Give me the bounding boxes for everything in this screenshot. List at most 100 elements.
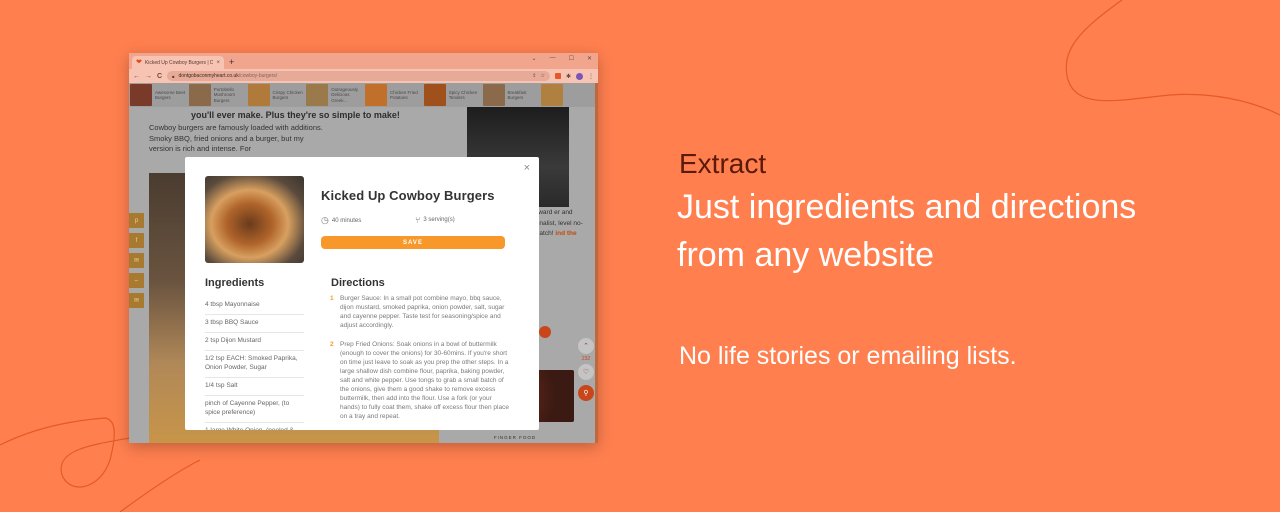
page-scrollbar[interactable] <box>595 83 598 443</box>
address-toolbar: ← → C ■ dontgobaconmyheart.co.uk/cowboy-… <box>129 69 598 83</box>
search-icon: ⚲ <box>583 390 589 397</box>
tab-search-icon[interactable]: ⌄ <box>532 55 537 62</box>
ingredients-heading: Ingredients <box>205 277 265 289</box>
chevron-up-icon: ⌃ <box>583 343 589 350</box>
bookmark-star-icon[interactable]: ☆ <box>540 73 544 79</box>
direction-step: 2 Prep Fried Onions: Soak onions in a bow… <box>330 340 512 421</box>
related-recipe-item[interactable]: Outrageously Delicious Greek... <box>306 84 363 106</box>
favicon-heart-icon: ❤ <box>136 59 142 66</box>
recipe-image <box>205 176 304 263</box>
related-recipe-label: Crispy Chicken Burgers <box>272 89 303 101</box>
step-text: Burger Sauce: In a small pot combine may… <box>340 295 505 329</box>
browser-tab[interactable]: ❤ Kicked Up Cowboy Burgers | Don't × <box>132 56 224 69</box>
ingredients-list: 4 tbsp Mayonnaise 3 tbsp BBQ Sauce 2 tsp D… <box>205 297 304 430</box>
favorite-button[interactable]: ♡ <box>578 364 594 380</box>
promo-subline: No life stories or emailing lists. <box>679 342 1017 370</box>
promo-kicker: Extract <box>679 148 767 179</box>
category-label[interactable]: FINGER FOOD <box>456 435 574 440</box>
url-path: /cowboy-burgers/ <box>238 73 278 79</box>
menu-kebab-icon[interactable]: ⋮ <box>588 73 594 80</box>
share-print-button[interactable]: ✉ <box>129 293 144 308</box>
author-bio: Award er and Finalist, level no- match! … <box>534 208 589 240</box>
article-paragraph: Cowboy burgers are famously loaded with … <box>149 123 323 153</box>
related-recipe-thumbnail <box>247 84 270 106</box>
scroll-up-button[interactable]: ⌃ <box>578 338 594 354</box>
related-recipe-label: Breakfast Burgers <box>507 89 527 101</box>
recipe-servings-value: 3 serving(s) <box>423 217 455 223</box>
recipe-modal: × Kicked Up Cowboy Burgers ◷ 40 minutes … <box>185 157 539 430</box>
reload-icon[interactable]: C <box>157 73 162 80</box>
related-recipe-thumbnail <box>541 84 564 106</box>
related-recipe-thumbnail <box>306 84 329 106</box>
related-recipe-label: Portobello Mushroom Burgers <box>213 86 236 103</box>
browser-window: ❤ Kicked Up Cowboy Burgers | Don't × + ⌄… <box>129 53 598 443</box>
related-recipe-thumbnail <box>188 84 211 106</box>
tab-close-icon[interactable]: × <box>216 60 220 66</box>
heart-icon: ♡ <box>582 369 590 376</box>
recipe-time: ◷ 40 minutes <box>321 215 361 226</box>
related-recipe-label: Awesome Beet Burgers <box>155 89 186 101</box>
related-recipe-thumbnail <box>365 84 387 106</box>
tab-bar: ❤ Kicked Up Cowboy Burgers | Don't × + ⌄… <box>129 53 598 69</box>
step-text: Prep Fried Onions: Soak onions in a bowl… <box>340 341 509 420</box>
related-recipe-item[interactable] <box>541 84 598 106</box>
related-recipe-item[interactable]: Spicy Chicken Tenders <box>423 84 481 106</box>
clock-icon: ◷ <box>321 215 329 225</box>
window-controls: ⌄ — ☐ ✕ <box>532 55 592 62</box>
recipe-extension-icon[interactable] <box>554 73 561 79</box>
recipe-servings: ⑂ 3 serving(s) <box>415 215 455 225</box>
promo-headline: Just ingredients and directions from any… <box>677 188 1137 274</box>
extensions-area: ✱ ⋮ <box>554 72 594 80</box>
address-bar[interactable]: ■ dontgobaconmyheart.co.uk/cowboy-burger… <box>167 71 550 81</box>
close-window-icon[interactable]: ✕ <box>587 55 592 62</box>
directions-list: 1 Burger Sauce: In a small pot combine ma… <box>330 294 512 430</box>
related-recipe-label: Spicy Chicken Tenders <box>448 89 478 101</box>
search-button[interactable]: ⚲ <box>578 385 594 401</box>
profile-avatar[interactable] <box>576 72 583 80</box>
related-recipe-item[interactable]: Awesome Beet Burgers <box>130 84 187 106</box>
tab-title: Kicked Up Cowboy Burgers | Don't <box>144 59 214 66</box>
lock-icon: ■ <box>172 73 175 79</box>
share-email-button[interactable]: ✉ <box>129 253 144 268</box>
related-recipe-thumbnail <box>482 84 505 106</box>
related-recipe-item[interactable]: Chicken Fried Potatoes <box>365 84 422 106</box>
ingredient-item: 1/4 tsp Salt <box>205 378 304 396</box>
direction-step: 1 Burger Sauce: In a small pot combine ma… <box>330 294 512 330</box>
share-facebook-button[interactable]: f <box>129 233 144 248</box>
step-number: 1 <box>330 295 334 302</box>
related-recipe-item[interactable]: Portobello Mushroom Burgers <box>188 84 246 106</box>
utensils-icon: ⑂ <box>415 215 421 225</box>
ingredient-item: 3 tbsp BBQ Sauce <box>205 315 304 333</box>
share-link-button[interactable]: ⇔ <box>129 273 144 288</box>
related-recipe-thumbnail <box>423 84 446 106</box>
related-recipe-label: Chicken Fried Potatoes <box>390 89 418 101</box>
url-host: dontgobaconmyheart.co.uk <box>178 73 239 79</box>
author-bio-link[interactable]: ind the <box>555 230 576 237</box>
related-recipe-label: Outrageously Delicious Greek... <box>331 86 359 103</box>
article-heading: you'll ever make. Plus they're so simple… <box>191 110 400 120</box>
forward-icon[interactable]: → <box>145 73 152 80</box>
web-page: Awesome Beet Burgers Portobello Mushroom … <box>129 83 598 443</box>
related-recipe-item[interactable]: Crispy Chicken Burgers <box>247 84 305 106</box>
related-recipe-item[interactable]: Breakfast Burgers <box>482 84 540 106</box>
recipe-time-value: 40 minutes <box>331 217 362 224</box>
ingredient-item: pinch of Cayenne Pepper, (to spice prefe… <box>205 396 304 423</box>
squiggle-top-right <box>1065 0 1280 116</box>
new-tab-button[interactable]: + <box>229 56 234 69</box>
ingredient-item: 2 tsp Dijon Mustard <box>205 333 304 351</box>
ingredient-item: 1 large White Onion, (peeled & finely sl… <box>205 423 304 430</box>
puzzle-extensions-icon[interactable]: ✱ <box>566 73 571 80</box>
share-icon[interactable]: ⇪ <box>532 73 536 79</box>
related-recipe-thumbnail <box>130 84 152 106</box>
share-pinterest-button[interactable]: p <box>129 213 144 228</box>
close-icon[interactable]: × <box>524 162 530 174</box>
recipe-title: Kicked Up Cowboy Burgers <box>321 188 495 203</box>
related-recipes-strip: Awesome Beet Burgers Portobello Mushroom … <box>129 83 598 107</box>
ingredient-item: 4 tbsp Mayonnaise <box>205 297 304 315</box>
maximize-icon[interactable]: ☐ <box>569 55 574 62</box>
newsletter-button[interactable] <box>539 326 551 338</box>
save-button[interactable]: SAVE <box>321 236 505 249</box>
minimize-icon[interactable]: — <box>550 55 556 62</box>
back-icon[interactable]: ← <box>133 73 140 80</box>
directions-heading: Directions <box>331 277 385 289</box>
